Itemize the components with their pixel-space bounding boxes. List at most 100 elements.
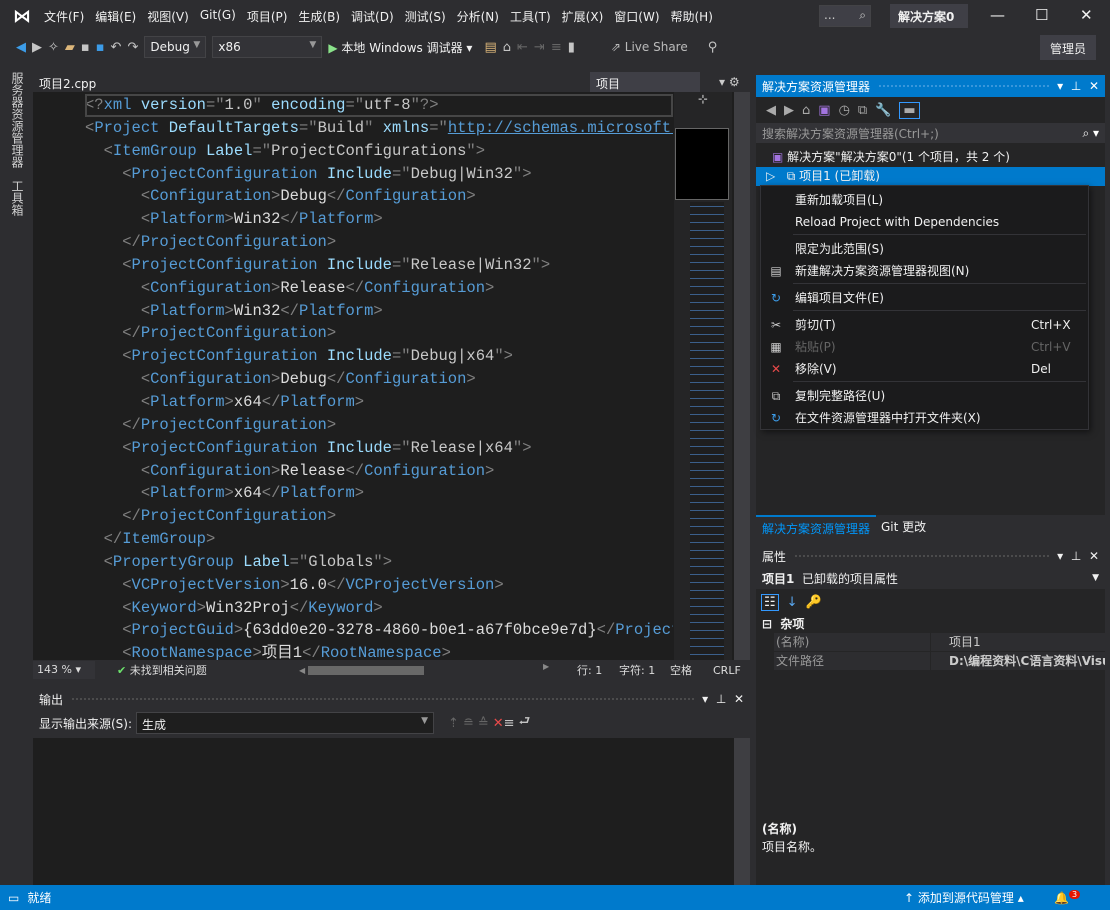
minimap[interactable]: ⊹ — [674, 92, 732, 662]
line-indicator[interactable]: 行: 1 — [577, 662, 602, 678]
maximize-button[interactable]: ☐ — [1035, 6, 1048, 24]
switch-views-icon[interactable]: ▣ — [818, 103, 830, 118]
close-icon[interactable]: ✕ — [734, 692, 744, 706]
object-selector[interactable]: 项目1 已卸载的项目属性 ▼ — [756, 567, 1105, 589]
add-source-control-button[interactable]: ↑ 添加到源代码管理 ▴ — [904, 889, 1024, 906]
clear-all-icon[interactable]: ✕≡ — [493, 716, 515, 731]
context-menu-item[interactable]: ↻ 在文件资源管理器中打开文件夹(X) — [761, 407, 1088, 429]
split-icon[interactable]: ⊹ — [674, 92, 732, 106]
code-line[interactable]: <ProjectConfiguration Include="Debug|Win… — [85, 163, 673, 186]
redo-icon[interactable]: ↷ — [127, 40, 138, 55]
admin-button[interactable]: 管理员 — [1040, 35, 1096, 60]
menu-item[interactable]: 视图(V) — [147, 8, 199, 25]
issues-indicator[interactable]: ✔ 未找到相关问题 — [117, 662, 207, 678]
menu-item[interactable]: 分析(N) — [457, 8, 509, 25]
menu-item[interactable]: 生成(B) — [298, 8, 350, 25]
word-wrap-icon[interactable]: ⮐ — [519, 712, 531, 734]
panel-menu-icon[interactable]: ▾ — [702, 692, 708, 706]
code-line[interactable]: <ProjectConfiguration Include="Release|W… — [85, 254, 673, 277]
pin-icon[interactable]: ⊥ — [716, 692, 726, 706]
whitespace-indicator[interactable]: 空格 — [670, 662, 692, 678]
code-line[interactable]: </ItemGroup> — [85, 528, 673, 551]
forward-icon[interactable]: ▶ — [784, 103, 794, 118]
server-explorer-tab[interactable]: 服务器资源管理器 — [9, 72, 26, 168]
code-line[interactable]: <Platform>Win32</Platform> — [85, 300, 673, 323]
notifications-button[interactable]: 🔔 3 — [1054, 890, 1081, 905]
solution-search-input[interactable]: 搜索解决方案资源管理器(Ctrl+;) ⌕ ▾ — [756, 123, 1105, 143]
context-menu-item[interactable]: 限定为此范围(S) — [761, 238, 1088, 260]
categorized-icon[interactable]: ☷ — [761, 593, 779, 611]
home-icon[interactable]: ⌂ — [503, 40, 511, 55]
char-indicator[interactable]: 字符: 1 — [619, 662, 655, 678]
menu-item[interactable]: 测试(S) — [405, 8, 456, 25]
code-line[interactable]: <VCProjectVersion>16.0</VCProjectVersion… — [85, 574, 673, 597]
code-line[interactable]: <PropertyGroup Label="Globals"> — [85, 551, 673, 574]
code-line[interactable]: <ItemGroup Label="ProjectConfigurations"… — [85, 140, 673, 163]
alphabetical-icon[interactable]: ↓ — [787, 595, 798, 610]
new-project-icon[interactable]: ✧ — [48, 40, 59, 55]
code-line[interactable]: <Project DefaultTargets="Build" xmlns="h… — [85, 117, 673, 140]
next-message-icon[interactable]: ≙ — [478, 716, 489, 731]
bookmark-icon[interactable]: ▮ — [568, 40, 575, 55]
context-menu-item[interactable]: 重新加载项目(L) — [761, 189, 1088, 211]
back-icon[interactable]: ◀ — [766, 103, 776, 118]
run-button[interactable]: ▶ 本地 Windows 调试器 ▾ — [328, 39, 472, 56]
code-line[interactable]: <Configuration>Release</Configuration> — [85, 460, 673, 483]
outdent-icon[interactable]: ⇥ — [534, 40, 545, 55]
menu-item[interactable]: 项目(P) — [247, 8, 298, 25]
context-menu-item[interactable]: ↻ 编辑项目文件(E) — [761, 287, 1088, 309]
open-icon[interactable]: ▰ — [65, 40, 75, 55]
history-icon[interactable]: ◷ — [839, 103, 850, 118]
menu-item[interactable]: 文件(F) — [44, 8, 94, 25]
code-line[interactable]: <ProjectGuid>{63dd0e20-3278-4860-b0e1-a6… — [85, 619, 673, 642]
code-line[interactable]: <?xml version="1.0" encoding="utf-8"?> — [85, 94, 673, 117]
menu-item[interactable]: 扩展(X) — [562, 8, 614, 25]
property-row[interactable]: 文件路径 D:\编程资料\C语言资料\Visual — [774, 652, 1105, 671]
minimize-button[interactable]: — — [990, 6, 1005, 24]
output-source-dropdown[interactable]: 生成 ▼ — [136, 712, 435, 734]
panel-menu-icon[interactable]: ▾ — [1057, 79, 1063, 93]
goto-error-icon[interactable]: ⇡ — [448, 716, 459, 731]
close-icon[interactable]: ✕ — [1089, 79, 1099, 93]
code-line[interactable]: <RootNamespace>项目1</RootNamespace> — [85, 642, 673, 660]
code-editor[interactable]: <?xml version="1.0" encoding="utf-8"?> <P… — [33, 92, 750, 662]
back-icon[interactable]: ◀ — [16, 40, 26, 55]
find-in-files-icon[interactable]: ▤ — [484, 40, 496, 55]
vertical-scrollbar[interactable] — [734, 92, 750, 660]
pin-icon[interactable]: ⊥ — [1071, 79, 1081, 93]
code-line[interactable]: <Keyword>Win32Proj</Keyword> — [85, 597, 673, 620]
zoom-dropdown[interactable]: 143 % ▾ — [33, 661, 95, 679]
properties-wrench-icon[interactable]: 🔧 — [875, 103, 891, 118]
collapse-icon[interactable]: ⊟ — [762, 617, 772, 631]
menu-item[interactable]: 工具(T) — [510, 8, 561, 25]
context-menu-item[interactable]: ▦ 粘贴(P) Ctrl+V — [761, 336, 1088, 358]
indent-icon[interactable]: ⇤ — [517, 40, 528, 55]
code-line[interactable]: <Configuration>Debug</Configuration> — [85, 185, 673, 208]
forward-icon[interactable]: ▶ — [32, 40, 42, 55]
close-icon[interactable]: ✕ — [1089, 549, 1099, 563]
menu-item[interactable]: 编辑(E) — [95, 8, 146, 25]
code-area[interactable]: <?xml version="1.0" encoding="utf-8"?> <P… — [85, 94, 673, 660]
code-line[interactable]: <Platform>Win32</Platform> — [85, 208, 673, 231]
pin-icon[interactable]: ⊥ — [1071, 549, 1081, 563]
code-line[interactable]: </ProjectConfiguration> — [85, 505, 673, 528]
menu-item[interactable]: Git(G) — [200, 8, 246, 25]
code-line[interactable]: </ProjectConfiguration> — [85, 322, 673, 345]
eol-indicator[interactable]: CRLF — [713, 664, 741, 677]
context-menu-item[interactable]: ✕ 移除(V) Del — [761, 358, 1088, 380]
output-text[interactable] — [33, 738, 750, 885]
property-row[interactable]: (名称) 项目1 — [774, 633, 1105, 652]
tab-vcxproj[interactable]: 项目1.vcxproj▪✕ — [590, 72, 700, 106]
code-line[interactable]: </ProjectConfiguration> — [85, 231, 673, 254]
menu-item[interactable]: 窗口(W) — [614, 8, 669, 25]
tab-git-changes[interactable]: Git 更改 — [881, 518, 926, 535]
feedback-icon[interactable]: ⚲ — [708, 40, 718, 55]
context-menu-item[interactable]: ✂ 剪切(T) Ctrl+X — [761, 314, 1088, 336]
output-scrollbar[interactable] — [734, 738, 750, 885]
code-line[interactable]: <Configuration>Release</Configuration> — [85, 277, 673, 300]
category-misc[interactable]: ⊟ 杂项 — [756, 615, 1105, 633]
tree-item-solution[interactable]: ▣ 解决方案"解决方案0"(1 个项目，共 2 个) — [756, 148, 1105, 167]
save-all-icon[interactable]: ▪ — [96, 40, 105, 55]
code-line[interactable]: <ProjectConfiguration Include="Release|x… — [85, 437, 673, 460]
platform-dropdown[interactable]: x86 ▼ — [212, 36, 323, 58]
